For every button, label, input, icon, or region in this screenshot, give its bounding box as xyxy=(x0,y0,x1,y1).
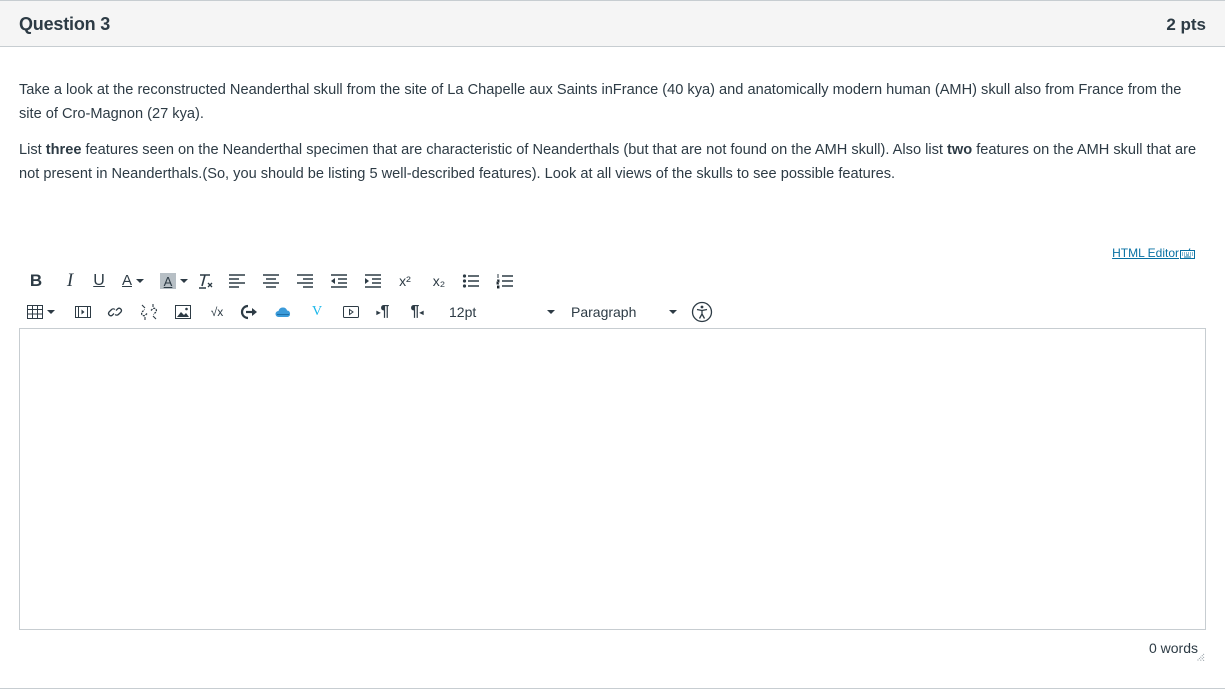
align-center-button[interactable] xyxy=(260,269,282,293)
subscript-button[interactable]: x₂ xyxy=(428,269,450,293)
media-icon xyxy=(75,306,91,318)
bold-button[interactable]: B xyxy=(24,269,48,293)
word-count: 0 words xyxy=(1148,640,1198,656)
html-editor-link[interactable]: HTML Editor xyxy=(1112,246,1195,260)
vimeo-button[interactable]: V xyxy=(306,300,328,324)
emphasis-two: two xyxy=(947,142,973,158)
ltr-button[interactable]: ▸¶ xyxy=(372,300,394,324)
lti-tool-button[interactable] xyxy=(238,300,260,324)
align-left-button[interactable] xyxy=(226,269,248,293)
superscript-button[interactable]: x² xyxy=(394,269,416,293)
indent-button[interactable] xyxy=(362,269,384,293)
question-header: Question 3 2 pts xyxy=(0,1,1225,47)
keyboard-icon xyxy=(1180,247,1195,259)
underline-button[interactable]: U xyxy=(86,269,112,293)
question-paragraph-2: List three features seen on the Neandert… xyxy=(19,138,1204,186)
cloud-button[interactable] xyxy=(272,300,294,324)
background-color-button[interactable]: A xyxy=(156,269,192,293)
vimeo-icon: V xyxy=(311,304,323,319)
font-size-value: 12pt xyxy=(449,304,477,320)
question-card: Question 3 2 pts Take a look at the reco… xyxy=(0,0,1225,689)
text-color-button[interactable]: A xyxy=(116,269,150,293)
subscript-icon: x₂ xyxy=(432,273,446,289)
italic-button[interactable]: I xyxy=(54,269,86,293)
editor-toolbar-row-2: √x V ▸¶ ¶◂ xyxy=(24,300,428,324)
html-editor-label: HTML Editor xyxy=(1112,246,1179,260)
lti-tool-icon xyxy=(240,304,257,320)
cloud-icon xyxy=(275,307,291,317)
accessibility-checker-button[interactable] xyxy=(691,301,713,323)
text-color-icon: A xyxy=(121,272,132,289)
editor-toolbar-row-1: B I U A A x² x₂ xyxy=(24,269,516,293)
clear-formatting-icon xyxy=(199,274,213,289)
numbered-list-button[interactable] xyxy=(494,269,516,293)
chevron-down-icon xyxy=(669,310,677,314)
unlink-icon xyxy=(140,304,158,320)
embed-icon xyxy=(343,306,359,318)
underline-icon: U xyxy=(93,272,105,289)
question-text: Take a look at the reconstructed Neander… xyxy=(19,78,1204,198)
rtl-button[interactable]: ¶◂ xyxy=(406,300,428,324)
accessibility-icon xyxy=(691,301,713,323)
table-icon xyxy=(27,305,43,319)
paragraph-text: features seen on the Neanderthal specime… xyxy=(81,142,948,158)
clear-formatting-button[interactable] xyxy=(194,269,216,293)
chevron-down-icon xyxy=(547,310,555,314)
image-button[interactable] xyxy=(172,300,194,324)
question-points: 2 pts xyxy=(1166,15,1206,34)
outdent-button[interactable] xyxy=(328,269,350,293)
table-button[interactable] xyxy=(24,300,58,324)
align-right-button[interactable] xyxy=(294,269,316,293)
pilcrow-icon: ¶ xyxy=(380,303,390,320)
bold-icon: B xyxy=(29,271,43,290)
unlink-button[interactable] xyxy=(138,300,160,324)
block-format-select[interactable]: Paragraph xyxy=(571,300,677,324)
numbered-list-icon xyxy=(496,274,513,289)
ltr-icon: ▸¶ xyxy=(376,303,390,320)
superscript-icon: x² xyxy=(399,273,411,289)
image-icon xyxy=(175,305,191,319)
question-paragraph-1: Take a look at the reconstructed Neander… xyxy=(19,82,1182,122)
link-button[interactable] xyxy=(104,300,126,324)
align-left-icon xyxy=(229,274,245,288)
emphasis-three: three xyxy=(45,142,82,158)
rtl-icon: ¶◂ xyxy=(410,303,424,320)
bullet-list-button[interactable] xyxy=(460,269,482,293)
chevron-down-icon xyxy=(136,279,144,283)
media-button[interactable] xyxy=(72,300,94,324)
equation-icon: √x xyxy=(210,305,224,319)
chevron-down-icon xyxy=(180,279,188,283)
align-right-icon xyxy=(297,274,313,288)
font-size-select[interactable]: 12pt xyxy=(449,300,555,324)
embed-button[interactable] xyxy=(340,300,362,324)
italic-icon: I xyxy=(66,270,74,291)
outdent-icon xyxy=(331,274,347,288)
indent-icon xyxy=(365,274,381,288)
rich-text-editor[interactable] xyxy=(19,328,1206,630)
resize-handle-icon[interactable] xyxy=(1196,653,1205,662)
link-icon xyxy=(107,307,123,317)
question-title: Question 3 xyxy=(19,14,111,34)
equation-button[interactable]: √x xyxy=(206,300,228,324)
block-format-value: Paragraph xyxy=(571,304,637,320)
align-center-icon xyxy=(263,274,279,288)
paragraph-text: List xyxy=(19,142,46,158)
chevron-down-icon xyxy=(47,310,55,314)
bullet-list-icon xyxy=(462,274,479,288)
background-color-icon: A xyxy=(160,273,176,289)
